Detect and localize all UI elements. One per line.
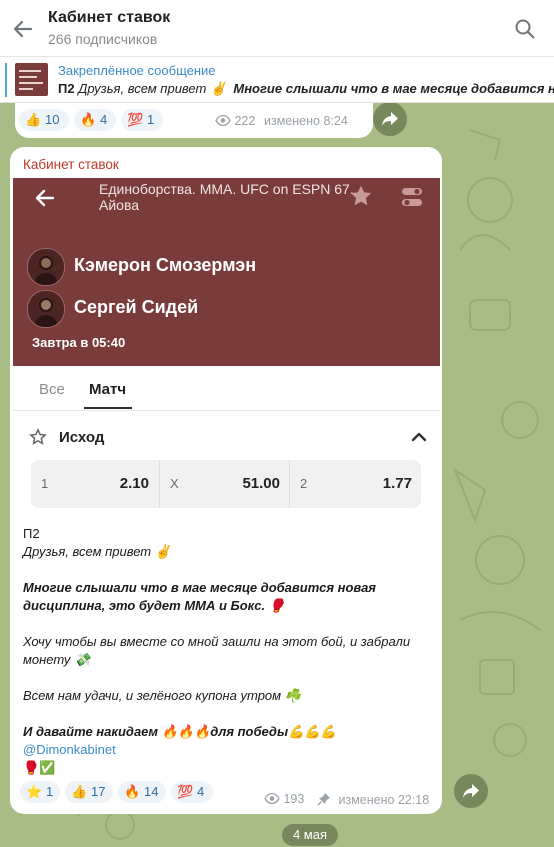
mention-link[interactable]: @Dimonkabinet <box>23 741 116 759</box>
caption-line: Хочу чтобы вы вместе со мной зашли на эт… <box>23 634 411 649</box>
share-arrow-icon <box>382 112 398 126</box>
pinned-indicator <box>5 63 7 97</box>
reaction-chip[interactable]: 🔥 4 <box>74 109 116 131</box>
event-screenshot[interactable]: Единоборства. MMA. UFC on ESPN 67. Айова… <box>13 178 440 518</box>
back-arrow-icon <box>33 186 57 210</box>
eye-icon <box>264 792 280 805</box>
fighter-1-name: Кэмерон Смозермэн <box>74 255 257 275</box>
odd-draw: X 51.00 <box>159 460 290 508</box>
caption-line: И давайте накидаем 🔥🔥🔥для победы💪💪💪 <box>23 724 337 739</box>
pin-icon <box>317 793 330 806</box>
share-button[interactable] <box>373 102 407 136</box>
search-icon[interactable] <box>514 18 536 40</box>
edited-status: изменено 22:18 <box>317 792 429 807</box>
eye-icon <box>215 114 231 127</box>
caption-line: монету 💸 <box>23 652 91 667</box>
pinned-title: Закреплённое сообщение <box>58 63 216 78</box>
date-separator: 4 мая <box>282 824 338 846</box>
event-header: Единоборства. MMA. UFC on ESPN 67. Айова… <box>13 178 440 366</box>
chat-header: Кабинет ставок 266 подписчиков <box>0 0 554 57</box>
outcome-title: Исход <box>59 429 105 446</box>
channel-title[interactable]: Кабинет ставок <box>48 9 170 27</box>
odds-row: 1 2.10 X 51.00 2 1.77 <box>31 460 421 508</box>
reaction-chip[interactable]: 🔥 14 <box>118 781 166 803</box>
reaction-chip[interactable]: 💯 4 <box>171 781 213 803</box>
fighter-avatar <box>27 290 65 328</box>
tab-match: Матч <box>89 381 127 398</box>
share-arrow-icon <box>463 784 479 798</box>
event-title: Единоборства. MMA. UFC on ESPN 67. Айова <box>99 181 354 213</box>
reaction-chip[interactable]: 👍 17 <box>65 781 113 803</box>
previous-message-footer: 👍 10 🔥 4 💯 1 222 изменено 8:24 <box>15 102 373 138</box>
caption-line: Друзья, всем привет ✌️ <box>23 544 171 559</box>
message-author[interactable]: Кабинет ставок <box>23 157 119 172</box>
odd-home: 1 2.10 <box>41 475 149 492</box>
reaction-chip[interactable]: 👍 10 <box>19 109 69 131</box>
views-count: 193 <box>264 792 304 806</box>
caption-line: дисциплина, это будет ММА и Бокс. 🥊 <box>23 598 285 613</box>
odd-away: 2 1.77 <box>289 460 422 508</box>
fighter-2-name: Сергей Сидей <box>74 297 199 317</box>
caption-line: П2 <box>23 526 40 541</box>
caption-line: Многие слышали что в мае месяце добавитс… <box>23 580 376 595</box>
subscriber-count: 266 подписчиков <box>48 31 158 47</box>
share-button[interactable] <box>454 774 488 808</box>
pinned-thumbnail <box>15 63 48 96</box>
reaction-chip[interactable]: ⭐ 1 <box>20 781 60 803</box>
star-icon <box>348 183 374 214</box>
fighter-avatar <box>27 248 65 286</box>
chevron-up-icon <box>410 430 428 449</box>
pinned-message-bar[interactable]: Закреплённое сообщение П2 Друзья, всем п… <box>0 57 554 103</box>
settings-toggle-icon <box>400 186 424 213</box>
edited-time: изменено 8:24 <box>264 114 348 128</box>
pinned-preview: П2 Друзья, всем привет ✌️ Многие слышали… <box>58 81 554 96</box>
back-arrow-icon[interactable] <box>10 16 36 42</box>
views-count: 222 <box>215 114 255 128</box>
tab-all: Все <box>39 381 65 398</box>
star-outline-icon <box>29 428 47 451</box>
reaction-chip[interactable]: 💯 1 <box>121 109 163 131</box>
event-time: Завтра в 05:40 <box>32 335 126 350</box>
market-tabs: Все Матч <box>13 366 440 411</box>
active-tab-indicator <box>84 407 132 409</box>
caption-line: Всем нам удачи, и зелёного купона утром … <box>23 688 301 703</box>
caption-line: 🥊✅ <box>23 760 56 775</box>
message-bubble: Кабинет ставок Единоборства. MMA. UFC on… <box>10 147 442 814</box>
